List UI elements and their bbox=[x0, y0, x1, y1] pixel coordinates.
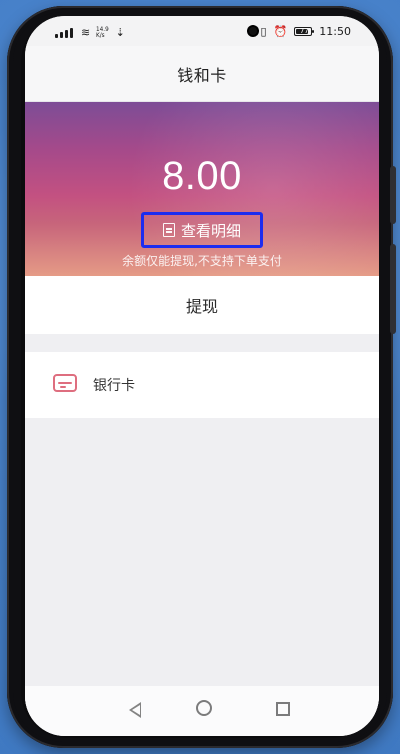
download-icon: ⇣ bbox=[115, 26, 125, 39]
signal-bar-3 bbox=[65, 29, 68, 38]
phone-screen: ≋ 14.9 K/s ⇣ ▯ ⏰ 77 11:50 钱和卡 8.00 查看明细 … bbox=[25, 16, 379, 736]
battery-icon: 77 bbox=[294, 27, 315, 36]
page-title: 钱和卡 bbox=[177, 66, 227, 85]
battery-text: 77 bbox=[299, 27, 309, 35]
bank-card-item[interactable]: 银行卡 bbox=[25, 352, 379, 418]
top-navigation: 钱和卡 bbox=[25, 46, 379, 102]
status-left: ≋ 14.9 K/s ⇣ bbox=[55, 26, 125, 39]
signal-icon bbox=[55, 27, 75, 38]
signal-bar-2 bbox=[60, 31, 63, 38]
wifi-icon: ≋ bbox=[81, 26, 91, 39]
screenshot-root: { "status_bar": { "speed_top": "14.9", "… bbox=[0, 0, 400, 754]
withdraw-button[interactable]: 提现 bbox=[25, 276, 379, 334]
network-speed: 14.9 K/s bbox=[96, 26, 109, 39]
back-icon[interactable] bbox=[129, 702, 141, 718]
home-icon[interactable] bbox=[196, 700, 212, 716]
sim-icon: ▯ bbox=[260, 25, 267, 38]
status-right: ▯ ⏰ 77 11:50 bbox=[261, 25, 351, 38]
phone-frame: ≋ 14.9 K/s ⇣ ▯ ⏰ 77 11:50 钱和卡 8.00 查看明细 … bbox=[7, 6, 396, 748]
recent-apps-icon[interactable] bbox=[276, 702, 290, 716]
balance-amount: 8.00 bbox=[162, 154, 242, 198]
status-bar: ≋ 14.9 K/s ⇣ ▯ ⏰ 77 11:50 bbox=[25, 16, 379, 46]
withdraw-label: 提现 bbox=[185, 297, 218, 316]
empty-content-area bbox=[25, 418, 379, 720]
view-details-button[interactable]: 查看明细 bbox=[141, 212, 263, 248]
signal-bar-4 bbox=[70, 27, 73, 38]
bank-card-label: 银行卡 bbox=[93, 378, 135, 394]
camera-icon bbox=[249, 27, 257, 35]
network-speed-unit: K/s bbox=[96, 31, 105, 39]
view-details-label: 查看明细 bbox=[180, 221, 241, 240]
volume-button bbox=[390, 244, 396, 334]
signal-bar-1 bbox=[55, 33, 58, 38]
bank-card-icon bbox=[53, 374, 77, 392]
withdraw-only-hint: 余额仅能提现,不支持下单支付 bbox=[122, 254, 282, 268]
alarm-icon: ⏰ bbox=[273, 25, 288, 38]
balance-card: 8.00 查看明细 余额仅能提现,不支持下单支付 bbox=[25, 102, 379, 276]
android-navigation-bar bbox=[25, 686, 379, 736]
document-icon bbox=[162, 223, 175, 237]
power-button bbox=[390, 166, 396, 224]
section-divider bbox=[25, 334, 379, 352]
status-time: 11:50 bbox=[319, 25, 351, 38]
